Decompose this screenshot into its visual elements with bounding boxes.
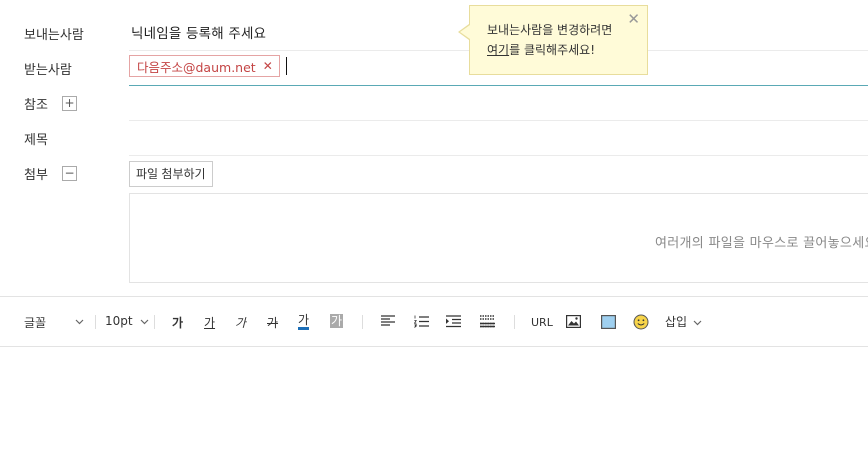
- insert-emoticon-button[interactable]: [633, 314, 649, 333]
- tooltip-line2: 여기를 클릭해주세요!: [487, 40, 637, 60]
- tooltip-link[interactable]: 여기: [487, 43, 509, 57]
- attach-collapse-button[interactable]: −: [62, 166, 77, 181]
- close-icon[interactable]: ✕: [627, 9, 640, 29]
- attach-file-button[interactable]: 파일 첨부하기: [129, 161, 213, 187]
- mail-body-editor[interactable]: [0, 348, 868, 451]
- url-button[interactable]: URL: [531, 316, 553, 329]
- tooltip-line1: 보내는사람을 변경하려면: [487, 23, 613, 37]
- box-icon: [601, 315, 617, 330]
- recipient-chip-text: 다음주소@daum.net: [137, 59, 256, 75]
- line-spacing-button[interactable]: [480, 315, 495, 331]
- file-drop-area[interactable]: 여러개의 파일을 마우스로 끌어놓으세요: [129, 193, 868, 283]
- insert-box-button[interactable]: [601, 315, 617, 332]
- separator: [362, 315, 363, 329]
- text-caret: [286, 57, 287, 75]
- cc-expand-button[interactable]: +: [62, 96, 77, 111]
- underline-button[interactable]: 가: [204, 314, 215, 331]
- font-family-label: 글꼴: [24, 316, 47, 330]
- chevron-down-icon: [140, 319, 149, 325]
- tooltip-arrow-fill: [460, 25, 470, 39]
- strikethrough-button[interactable]: 가: [267, 314, 278, 331]
- italic-button[interactable]: 가: [235, 314, 246, 331]
- chevron-down-icon: [75, 319, 84, 325]
- ordered-list-button[interactable]: [413, 315, 429, 331]
- font-family-select[interactable]: 글꼴: [24, 314, 46, 331]
- sender-value[interactable]: 닉네임을 등록해 주세요: [131, 22, 266, 42]
- subject-input[interactable]: [129, 122, 868, 154]
- divider: [129, 120, 868, 121]
- indent-button[interactable]: [446, 315, 461, 331]
- chevron-down-icon: [693, 320, 702, 326]
- sender-change-tooltip: ✕ 보내는사람을 변경하려면 여기를 클릭해주세요!: [469, 5, 648, 75]
- divider: [129, 155, 868, 156]
- indent-icon: [446, 315, 461, 328]
- separator: [154, 315, 155, 329]
- ordered-list-icon: [413, 315, 429, 328]
- subject-label: 제목: [24, 133, 48, 148]
- align-left-icon: [381, 315, 395, 326]
- image-icon: [566, 315, 582, 329]
- cc-input[interactable]: [129, 88, 868, 119]
- recipient-chip[interactable]: 다음주소@daum.net ✕: [129, 55, 280, 77]
- to-input-underline: [129, 85, 868, 86]
- separator: [95, 315, 96, 329]
- font-size-label: 10pt: [105, 314, 133, 328]
- insert-menu-button[interactable]: 삽입: [665, 313, 702, 330]
- sender-label: 보내는사람: [24, 28, 84, 43]
- line-spacing-icon: [480, 315, 495, 328]
- plus-icon: +: [64, 96, 75, 110]
- drop-hint-text: 여러개의 파일을 마우스로 끌어놓으세요: [655, 236, 868, 251]
- attach-label: 첨부: [24, 168, 48, 183]
- to-label: 받는사람: [24, 63, 72, 78]
- editor-toolbar: 글꼴 10pt 가 가 가 가 가 가 URL 삽입: [0, 296, 868, 347]
- align-button[interactable]: [381, 315, 395, 330]
- minus-icon: −: [64, 166, 75, 180]
- insert-label: 삽입: [665, 315, 688, 329]
- cc-label: 참조: [24, 98, 48, 113]
- bold-button[interactable]: 가: [172, 314, 183, 331]
- tooltip-line2-rest: 를 클릭해주세요!: [509, 43, 595, 57]
- font-family-chevron[interactable]: [75, 314, 84, 328]
- font-size-select[interactable]: 10pt: [105, 314, 149, 328]
- background-color-button[interactable]: 가: [330, 314, 344, 328]
- emoticon-icon: [633, 314, 649, 330]
- separator: [514, 315, 515, 329]
- insert-image-button[interactable]: [566, 315, 582, 331]
- remove-recipient-icon[interactable]: ✕: [263, 59, 273, 73]
- font-color-button[interactable]: 가: [298, 314, 310, 330]
